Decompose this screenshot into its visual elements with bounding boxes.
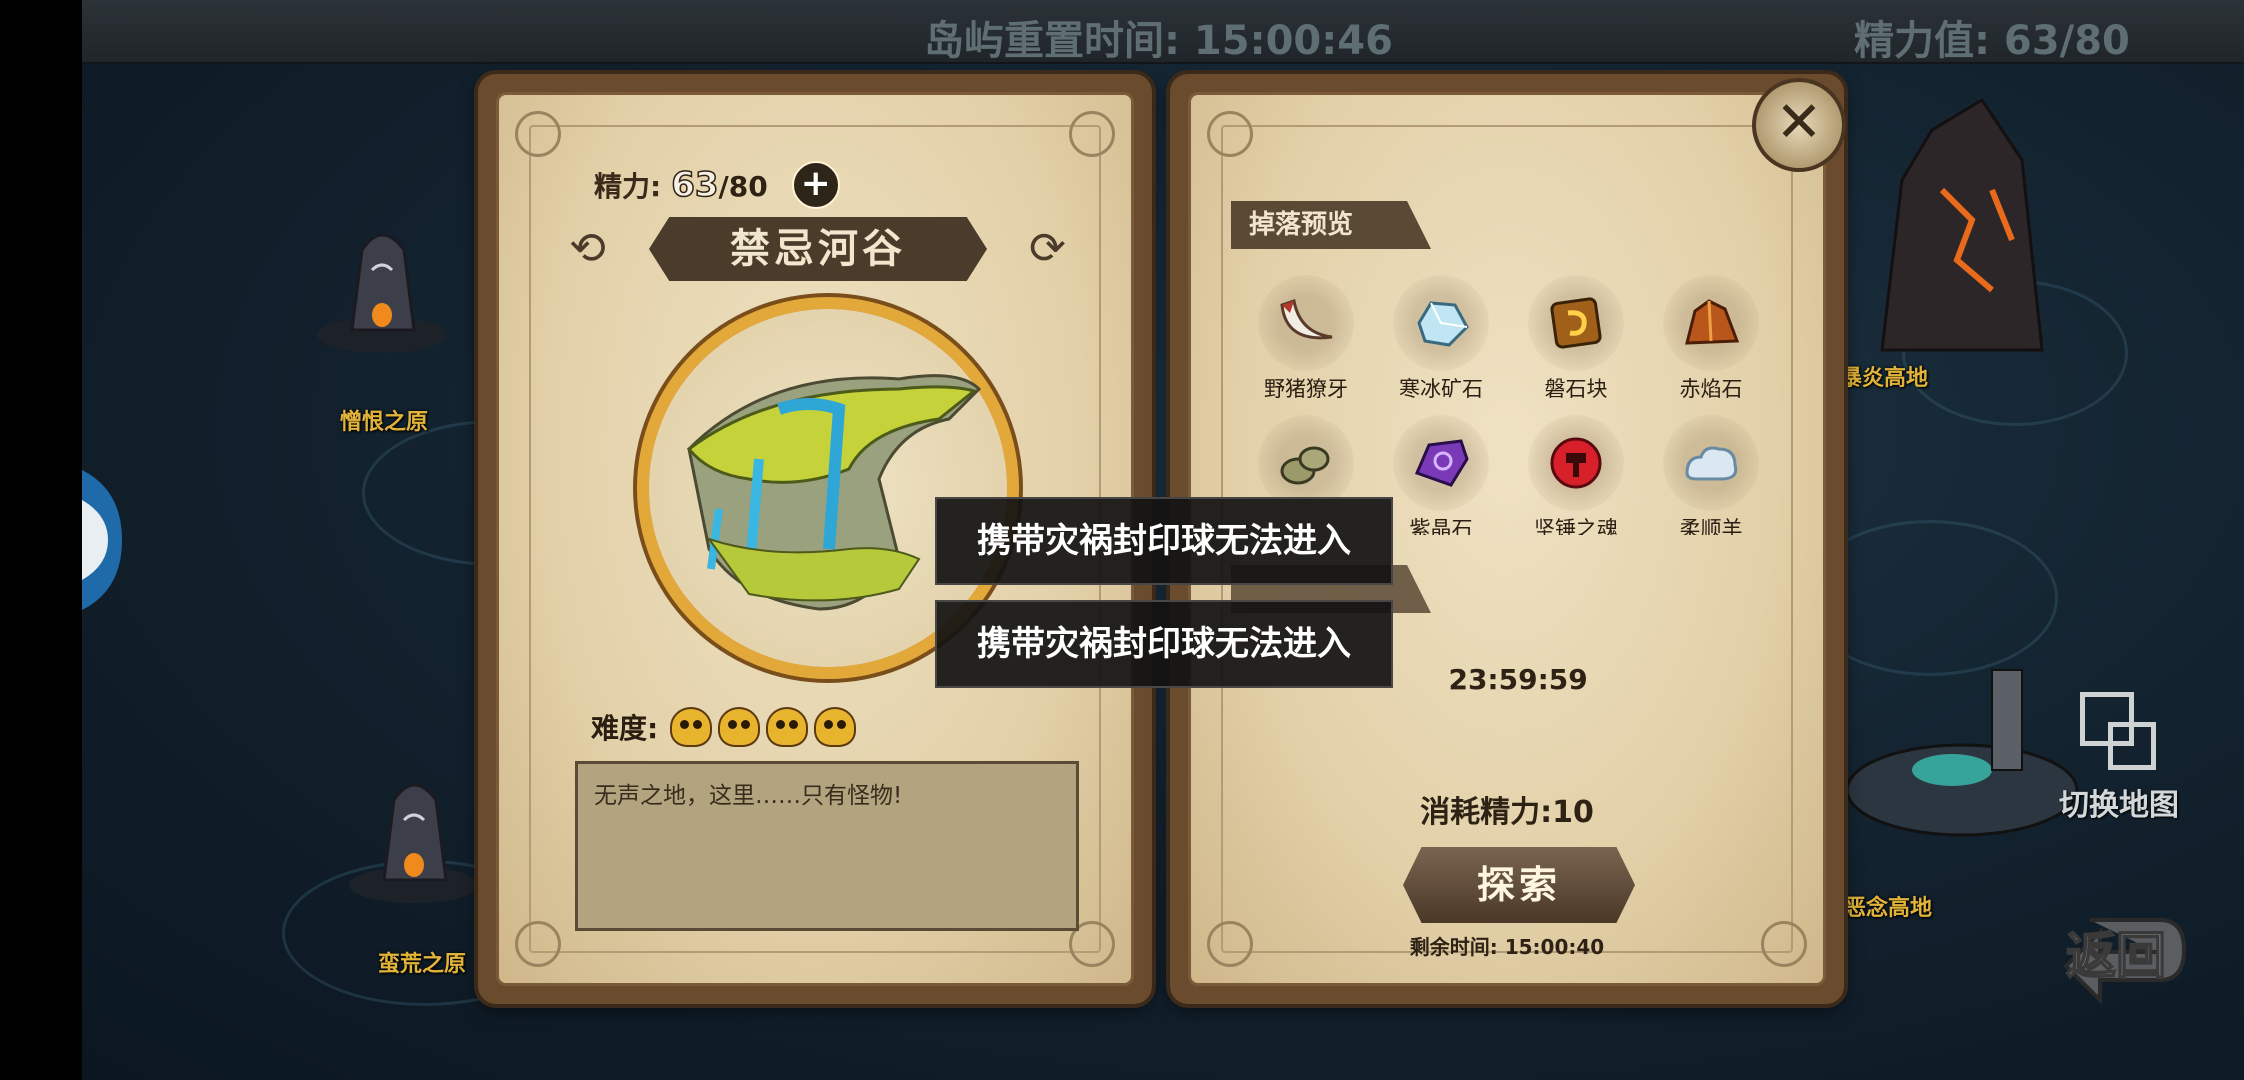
add-stamina-button[interactable]: +	[791, 161, 840, 209]
back-label: 返回	[2065, 926, 2167, 986]
hatred-plain-island[interactable]	[312, 210, 452, 360]
hammer-soul-icon	[1550, 437, 1602, 489]
stage-description: 无声之地，这里……只有怪物!	[594, 783, 903, 809]
blaze-highland-island[interactable]	[1842, 70, 2082, 370]
drop-item-name: 紫晶石	[1409, 517, 1473, 535]
island-reset-time: 岛屿重置时间: 15:00:46	[924, 18, 1393, 64]
close-icon: ✕	[1775, 90, 1823, 155]
drop-item-name: 磐石块	[1544, 377, 1608, 401]
switch-map-button[interactable]: 切换地图	[2054, 692, 2184, 824]
skull-icon	[766, 707, 809, 747]
drop-item-name: 赤焰石	[1679, 377, 1743, 401]
stamina-max: /80	[718, 170, 768, 203]
corner-ornament	[1207, 111, 1253, 157]
difficulty-row: 难度:	[591, 707, 857, 747]
drop-item-hammer-soul[interactable]: 坚锤之魂	[1511, 415, 1641, 535]
stage-title: 禁忌河谷	[730, 226, 906, 272]
corner-ornament	[515, 921, 561, 967]
drop-item-ice-ore[interactable]: 寒冰矿石	[1376, 275, 1506, 403]
drop-preview-tab: 掉落预览	[1231, 201, 1431, 249]
map-label-blaze-highland[interactable]: 暴炎高地	[1840, 360, 1928, 392]
wild-plain-island[interactable]	[344, 760, 484, 910]
drop-item-name: 野猪獠牙	[1264, 377, 1348, 401]
corner-ornament	[515, 111, 561, 157]
title-ornament-left: ⟲	[569, 223, 606, 274]
flame-stone-icon	[1685, 299, 1740, 345]
drop-item-amethyst[interactable]: 紫晶石	[1376, 415, 1506, 535]
tusk-icon	[1280, 299, 1333, 340]
close-button[interactable]: ✕	[1752, 78, 1846, 172]
switch-map-label: 切换地图	[2059, 788, 2179, 823]
back-button[interactable]: 返回	[2060, 900, 2190, 1016]
skull-icon	[814, 707, 857, 747]
stamina-current: 63	[670, 164, 719, 206]
amethyst-icon	[1414, 439, 1469, 487]
drop-item-wool[interactable]: 柔顺羊	[1646, 415, 1761, 535]
stones-icon	[1280, 446, 1330, 485]
rock-block-icon	[1550, 297, 1602, 349]
evil-highland-island[interactable]	[1842, 640, 2082, 850]
plus-icon: +	[800, 163, 831, 204]
switch-map-icon	[2080, 692, 2158, 770]
stamina-value: 精力值: 63/80	[1854, 18, 2130, 64]
remaining-time: 剩余时间: 15:00:40	[1409, 935, 1605, 959]
drop-item-rock-block[interactable]: 磐石块	[1511, 275, 1641, 403]
stamina-row: 精力: 63/80 +	[594, 161, 840, 209]
drop-item-flame-stone[interactable]: 赤焰石	[1646, 275, 1761, 403]
screen-edge	[0, 0, 82, 1080]
skull-icon	[670, 707, 713, 747]
toast-message: 携带灾祸封印球无法进入	[935, 600, 1393, 688]
map-label-evil-highland[interactable]: 恶念高地	[1844, 890, 1932, 922]
drop-item-grid: 野猪獠牙 寒冰矿石 磐石块 赤焰石 紫晶石 坚锤之魂 柔顺羊	[1241, 275, 1761, 535]
map-label-wild-plain[interactable]: 蛮荒之原	[378, 946, 466, 978]
corner-ornament	[1069, 111, 1115, 157]
top-status-bar: 岛屿重置时间: 15:00:46 精力值: 63/80	[82, 0, 2244, 64]
explore-button[interactable]: 探索	[1403, 847, 1635, 923]
drop-item-name: 柔顺羊	[1679, 517, 1743, 535]
stamina-cost: 消耗精力:10	[1420, 795, 1594, 830]
open-time-end: 23:59:59	[1448, 663, 1588, 696]
side-island	[82, 470, 122, 610]
wool-icon	[1685, 446, 1738, 481]
stage-description-box: 无声之地，这里……只有怪物!	[575, 761, 1079, 931]
skull-icon	[718, 707, 761, 747]
map-label-hatred-plain[interactable]: 憎恨之原	[340, 404, 428, 436]
difficulty-label: 难度:	[591, 712, 659, 745]
stamina-count: 63/80	[670, 164, 768, 206]
title-ornament-right: ⟳	[1029, 223, 1066, 274]
ice-ore-icon	[1417, 301, 1469, 347]
toast-message: 携带灾祸封印球无法进入	[935, 497, 1393, 585]
stamina-label: 精力:	[594, 170, 662, 203]
drop-item-name: 坚锤之魂	[1534, 517, 1618, 535]
drop-item-boar-tusk[interactable]: 野猪獠牙	[1241, 275, 1371, 403]
drop-item-name: 寒冰矿石	[1399, 377, 1483, 401]
